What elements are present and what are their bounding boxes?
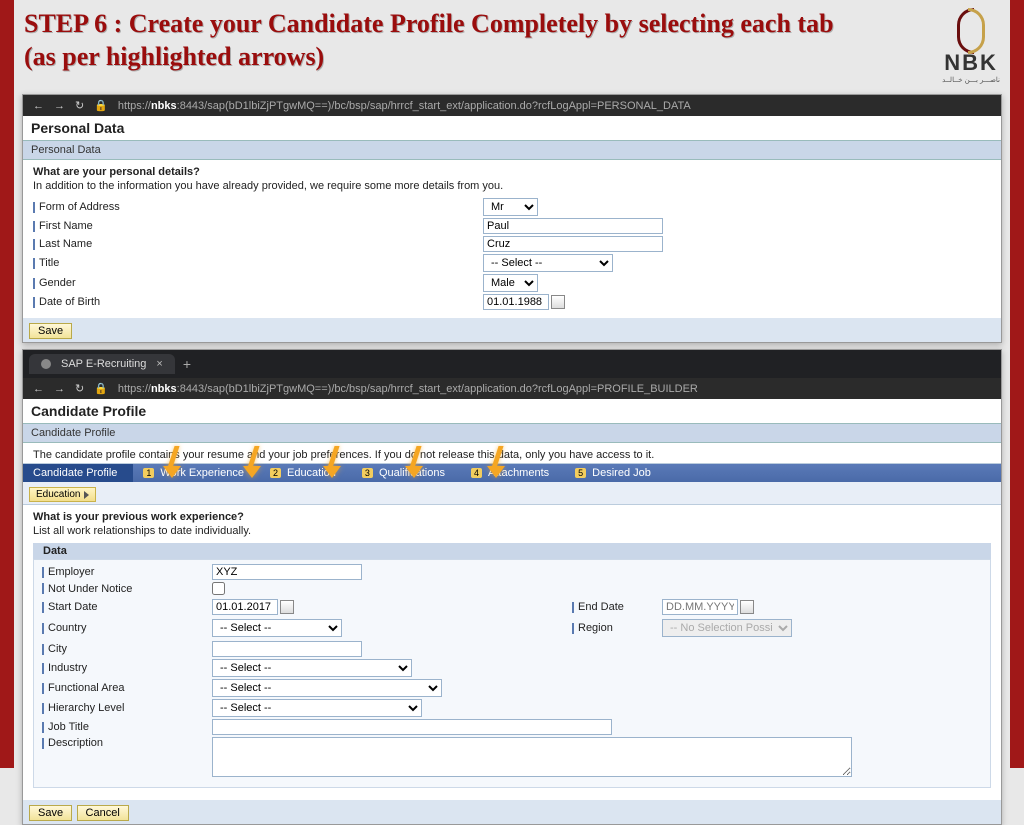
industry-select[interactable]: -- Select --	[212, 659, 412, 677]
browser-window-personal-data: ← → ↻ 🔒 https://nbks:8443/sap(bD1lbiZjPT…	[22, 94, 1002, 343]
description-textarea[interactable]	[212, 737, 852, 777]
nbk-logo: NBK ناصـــر بـــن خــالــد	[942, 8, 1000, 84]
last-name-input[interactable]	[483, 236, 663, 252]
forward-icon[interactable]: →	[54, 383, 65, 395]
label-employer: Employer	[48, 566, 94, 578]
sub-chip-education[interactable]: Education	[29, 487, 96, 502]
save-button[interactable]: Save	[29, 323, 72, 339]
label-form-of-address: Form of Address	[39, 201, 120, 213]
question-sub: In addition to the information you have …	[33, 180, 991, 192]
label-country: Country	[48, 622, 87, 634]
back-icon[interactable]: ←	[33, 100, 44, 112]
tab-education[interactable]: 2Education	[260, 464, 352, 482]
page-title-personal-data: Personal Data	[23, 116, 1001, 140]
tab-label: SAP E-Recruiting	[61, 358, 146, 370]
reload-icon[interactable]: ↻	[75, 382, 84, 395]
label-end-date: End Date	[578, 601, 624, 613]
browser-window-candidate-profile: SAP E-Recruiting × + ← → ↻ 🔒 https://nbk…	[22, 349, 1002, 825]
start-date-input[interactable]	[212, 599, 278, 615]
country-select[interactable]: -- Select --	[212, 619, 342, 637]
label-not-under-notice: Not Under Notice	[48, 583, 132, 595]
page-title-candidate-profile: Candidate Profile	[23, 399, 1001, 423]
new-tab-icon[interactable]: +	[183, 356, 191, 372]
label-title: Title	[39, 257, 59, 269]
first-name-input[interactable]	[483, 218, 663, 234]
intro-text: The candidate profile contains your resu…	[33, 449, 991, 461]
work-sub: List all work relationships to date indi…	[33, 525, 991, 537]
job-title-input[interactable]	[212, 719, 612, 735]
forward-icon[interactable]: →	[54, 100, 65, 112]
form-of-address-select[interactable]: Mr	[483, 198, 538, 216]
data-section-header: Data	[33, 543, 991, 559]
logo-subtext: ناصـــر بـــن خــالــد	[942, 76, 1000, 84]
tab-work-experience[interactable]: 1Work Experience	[133, 464, 260, 482]
tab-candidate-profile[interactable]: Candidate Profile	[23, 464, 133, 482]
wizard-tabs: Candidate Profile 1Work Experience 2Educ…	[23, 464, 1001, 482]
browser-tab[interactable]: SAP E-Recruiting ×	[29, 354, 175, 374]
address-url[interactable]: https://nbks:8443/sap(bD1lbiZjPTgwMQ==)/…	[118, 383, 991, 395]
label-start-date: Start Date	[48, 601, 98, 613]
slide-title: STEP 6 : Create your Candidate Profile C…	[24, 8, 844, 73]
work-heading: What is your previous work experience?	[33, 511, 991, 523]
lock-icon: 🔒	[94, 382, 108, 395]
gender-select[interactable]: Male	[483, 274, 538, 292]
end-date-input[interactable]	[662, 599, 738, 615]
label-dob: Date of Birth	[39, 296, 100, 308]
address-url[interactable]: https://nbks:8443/sap(bD1lbiZjPTgwMQ==)/…	[118, 100, 991, 112]
not-under-notice-checkbox[interactable]	[212, 582, 225, 595]
calendar-icon[interactable]	[280, 600, 294, 614]
city-input[interactable]	[212, 641, 362, 657]
calendar-icon[interactable]	[740, 600, 754, 614]
label-industry: Industry	[48, 662, 87, 674]
tab-qualifications[interactable]: 3Qualifications	[352, 464, 461, 482]
breadcrumb: Candidate Profile	[23, 423, 1001, 443]
calendar-icon[interactable]	[551, 295, 565, 309]
label-city: City	[48, 643, 67, 655]
employer-input[interactable]	[212, 564, 362, 580]
label-gender: Gender	[39, 277, 76, 289]
close-tab-icon[interactable]: ×	[156, 358, 162, 370]
cancel-button[interactable]: Cancel	[77, 805, 129, 821]
label-hierarchy-level: Hierarchy Level	[48, 702, 124, 714]
label-first-name: First Name	[39, 220, 93, 232]
functional-area-select[interactable]: -- Select --	[212, 679, 442, 697]
tab-attachments[interactable]: 4Attachments	[461, 464, 565, 482]
label-job-title: Job Title	[48, 721, 89, 733]
tab-desired-job[interactable]: 5Desired Job	[565, 464, 667, 482]
lock-icon: 🔒	[94, 99, 108, 112]
region-select: -- No Selection Possible --	[662, 619, 792, 637]
chevron-right-icon	[84, 491, 89, 499]
title-select[interactable]: -- Select --	[483, 254, 613, 272]
back-icon[interactable]: ←	[33, 383, 44, 395]
save-button[interactable]: Save	[29, 805, 72, 821]
label-functional-area: Functional Area	[48, 682, 124, 694]
hierarchy-level-select[interactable]: -- Select --	[212, 699, 422, 717]
breadcrumb: Personal Data	[23, 140, 1001, 160]
tab-favicon-icon	[41, 359, 51, 369]
label-last-name: Last Name	[39, 238, 92, 250]
reload-icon[interactable]: ↻	[75, 99, 84, 112]
dob-input[interactable]	[483, 294, 549, 310]
flame-icon	[951, 8, 991, 48]
label-region: Region	[578, 622, 613, 634]
label-description: Description	[48, 737, 103, 749]
question-heading: What are your personal details?	[33, 166, 991, 178]
